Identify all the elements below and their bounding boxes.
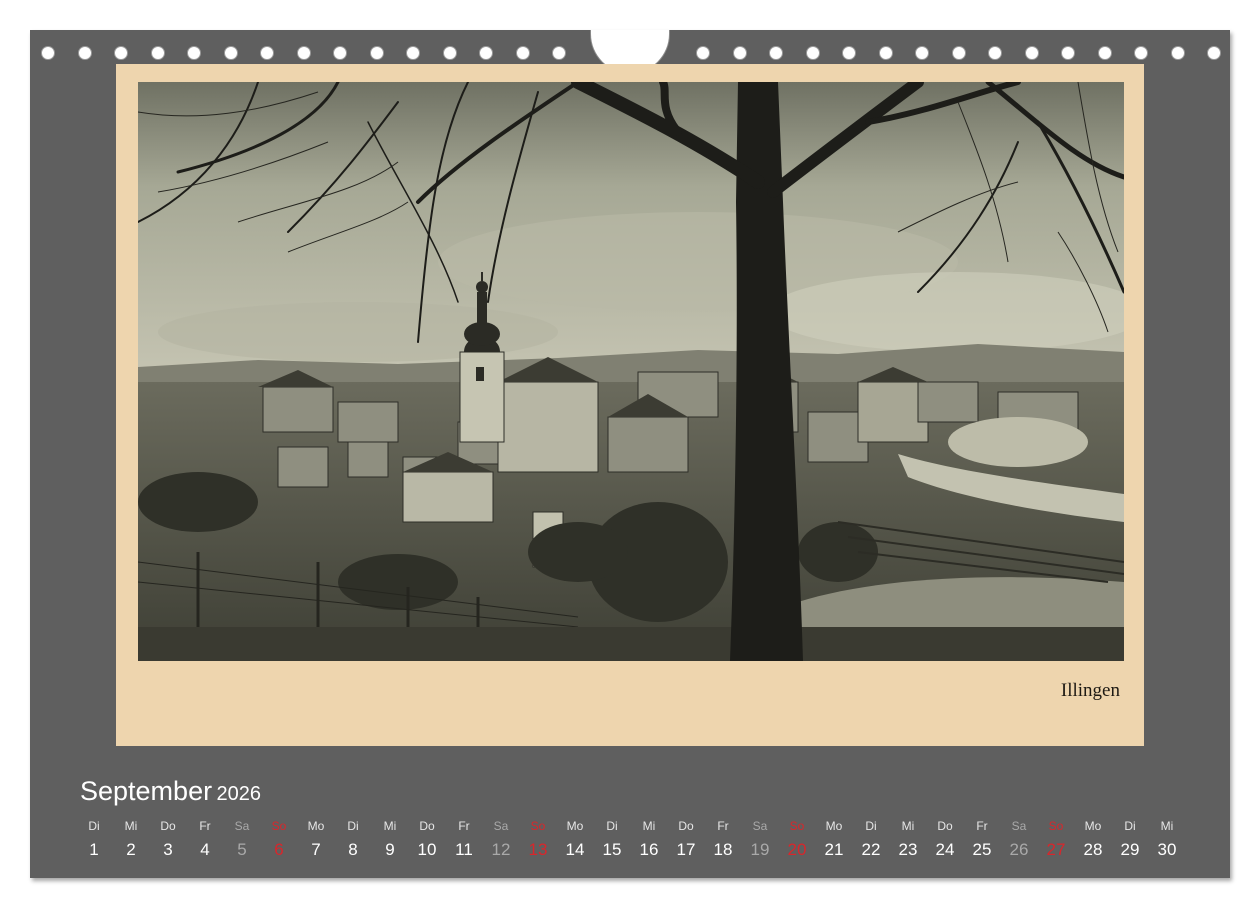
weekday-label: Do xyxy=(419,819,435,833)
weekday-label: Mi xyxy=(124,819,138,833)
weekday-label: Sa xyxy=(493,819,509,833)
day-number: 9 xyxy=(385,840,395,859)
month-year: 2026 xyxy=(216,783,262,805)
day-number: 25 xyxy=(972,840,992,859)
weekday-label: Fr xyxy=(717,819,729,833)
weekday-label: Fr xyxy=(976,819,988,833)
weekday-label: Do xyxy=(937,819,953,833)
weekday-label: So xyxy=(1048,819,1064,833)
weekday-label: Di xyxy=(865,819,877,833)
weekday-label: Mo xyxy=(307,819,325,833)
town-photo-illustration xyxy=(138,82,1124,661)
day-number: 29 xyxy=(1120,840,1140,859)
weekday-label: Mo xyxy=(825,819,843,833)
day-number: 27 xyxy=(1046,840,1066,859)
day-number: 12 xyxy=(491,840,511,859)
day-number: 21 xyxy=(824,840,844,859)
weekday-label: Di xyxy=(347,819,359,833)
day-number: 18 xyxy=(713,840,733,859)
day-number: 24 xyxy=(935,840,955,859)
day-number: 19 xyxy=(750,840,770,859)
weekday-label: Sa xyxy=(1011,819,1027,833)
historic-photo xyxy=(138,82,1124,661)
month-title: September 2026 xyxy=(80,776,261,807)
weekday-label: Mi xyxy=(383,819,397,833)
day-number: 20 xyxy=(787,840,807,859)
weekday-label: Di xyxy=(88,819,100,833)
weekday-label: Mi xyxy=(642,819,656,833)
weekday-label: Mi xyxy=(901,819,915,833)
day-number: 16 xyxy=(639,840,659,859)
day-number: 28 xyxy=(1083,840,1103,859)
weekday-label: So xyxy=(789,819,805,833)
day-number: 1 xyxy=(89,840,99,859)
weekday-label: Mo xyxy=(566,819,584,833)
photo-caption: Illingen xyxy=(1060,680,1120,701)
day-number: 5 xyxy=(237,840,247,859)
weekday-label: Sa xyxy=(752,819,768,833)
day-number: 7 xyxy=(311,840,321,859)
day-number: 11 xyxy=(455,840,473,859)
day-number: 15 xyxy=(602,840,622,859)
day-number: 23 xyxy=(898,840,918,859)
day-number: 8 xyxy=(348,840,358,859)
weekday-label: Di xyxy=(606,819,618,833)
day-number: 17 xyxy=(676,840,696,859)
weekday-label: Do xyxy=(160,819,176,833)
day-number: 10 xyxy=(417,840,437,859)
day-number: 13 xyxy=(528,840,548,859)
weekday-label: So xyxy=(530,819,546,833)
day-number: 3 xyxy=(163,840,173,859)
weekday-label: Do xyxy=(678,819,694,833)
weekday-label: Mo xyxy=(1084,819,1102,833)
day-number: 30 xyxy=(1157,840,1177,859)
day-number: 14 xyxy=(565,840,585,859)
weekday-label: Mi xyxy=(1160,819,1174,833)
weekday-label: So xyxy=(271,819,287,833)
month-name: September xyxy=(80,776,213,806)
day-number: 22 xyxy=(861,840,881,859)
day-number: 4 xyxy=(200,840,210,859)
weekday-label: Di xyxy=(1124,819,1136,833)
day-number: 6 xyxy=(274,840,284,859)
weekday-label: Fr xyxy=(458,819,470,833)
weekday-label: Sa xyxy=(234,819,250,833)
weekday-label: Fr xyxy=(199,819,211,833)
day-number: 2 xyxy=(126,840,136,859)
day-number: 26 xyxy=(1009,840,1029,859)
